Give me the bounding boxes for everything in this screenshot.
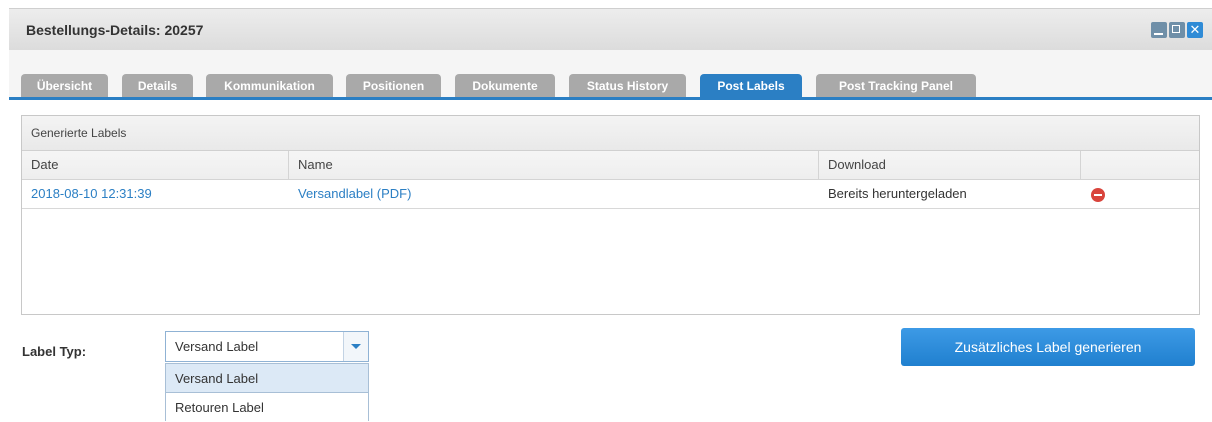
panel-title: Generierte Labels (31, 126, 127, 140)
tab-post-labels[interactable]: Post Labels (700, 74, 802, 98)
tab-uebersicht[interactable]: Übersicht (21, 74, 108, 98)
tab-kommunikation[interactable]: Kommunikation (206, 74, 333, 98)
chevron-down-icon[interactable] (343, 332, 368, 361)
tab-post-tracking-panel[interactable]: Post Tracking Panel (816, 74, 976, 98)
column-header-date[interactable]: Date (22, 151, 289, 180)
row-name-link[interactable]: Versandlabel (PDF) (289, 180, 411, 208)
close-icon[interactable]: ✕ (1187, 22, 1203, 38)
label-type-options: Versand Label Retouren Label (165, 363, 369, 421)
generate-label-button[interactable]: Zusätzliches Label generieren (901, 328, 1195, 366)
maximize-icon[interactable] (1169, 22, 1185, 38)
window-titlebar[interactable]: Bestellungs-Details: 20257 ✕ (9, 8, 1212, 50)
select-value[interactable]: Versand Label (175, 339, 258, 354)
column-header-action (1081, 151, 1199, 180)
remove-icon[interactable] (1091, 188, 1105, 202)
row-download-status: Bereits heruntergeladen (828, 186, 967, 201)
tab-underline (9, 97, 1212, 100)
order-details-window: Bestellungs-Details: 20257 ✕ Übersicht D… (9, 8, 1212, 421)
minimize-icon[interactable] (1151, 22, 1167, 38)
tab-status-history[interactable]: Status History (569, 74, 686, 98)
column-header-name[interactable]: Name (289, 151, 819, 180)
panel-header: Generierte Labels (22, 116, 1199, 151)
label-type-select[interactable]: Versand Label (165, 331, 369, 362)
option-retouren-label[interactable]: Retouren Label (166, 393, 368, 422)
column-header-download[interactable]: Download (819, 151, 1081, 180)
tab-positionen[interactable]: Positionen (346, 74, 441, 98)
tab-dokumente[interactable]: Dokumente (455, 74, 555, 98)
window-title: Bestellungs-Details: 20257 (26, 22, 204, 38)
generated-labels-panel: Generierte Labels Date Name Download 201… (21, 115, 1200, 315)
option-versand-label[interactable]: Versand Label (166, 364, 368, 393)
tab-details[interactable]: Details (122, 74, 193, 98)
label-typ-label: Label Typ: (22, 344, 87, 359)
table-row[interactable]: 2018-08-10 12:31:39 Versandlabel (PDF) B… (22, 180, 1199, 209)
row-date[interactable]: 2018-08-10 12:31:39 (22, 180, 152, 208)
